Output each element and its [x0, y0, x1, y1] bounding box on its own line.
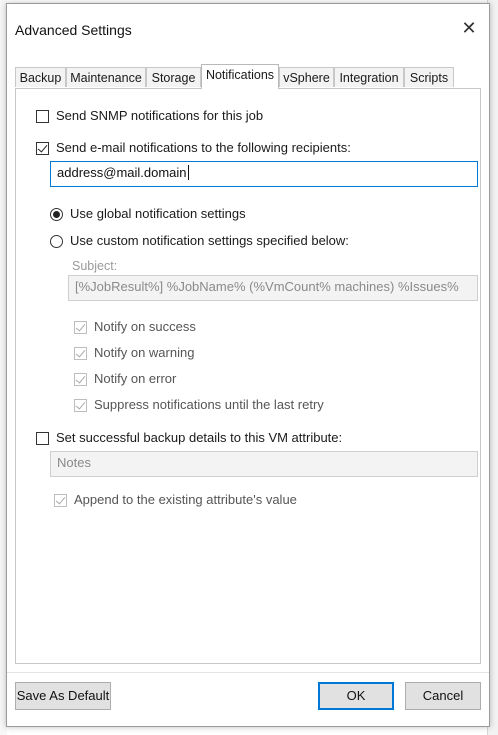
notify-error-checkbox[interactable] [74, 373, 87, 386]
snmp-label: Send SNMP notifications for this job [56, 108, 264, 123]
use-custom-radio[interactable] [50, 235, 63, 248]
title-bar: Advanced Settings ✕ [7, 4, 489, 60]
ok-button[interactable]: OK [318, 682, 394, 710]
dialog-title: Advanced Settings [15, 22, 132, 38]
tab-maintenance[interactable]: Maintenance [66, 67, 146, 87]
tab-vsphere[interactable]: vSphere [279, 67, 334, 87]
tab-backup[interactable]: Backup [15, 67, 66, 87]
vm-attribute-label: Set successful backup details to this VM… [56, 430, 343, 445]
tab-integration[interactable]: Integration [334, 67, 404, 87]
text-caret [187, 165, 189, 180]
attribute-input[interactable]: Notes [50, 451, 478, 477]
vm-attribute-checkbox[interactable] [36, 432, 49, 445]
recipients-input[interactable]: address@mail.domain [50, 161, 478, 187]
notify-warning-checkbox[interactable] [74, 347, 87, 360]
tab-notifications[interactable]: Notifications [201, 64, 279, 89]
use-global-label: Use global notification settings [70, 206, 246, 221]
notify-warning-label: Notify on warning [94, 345, 195, 360]
email-checkbox[interactable] [36, 142, 49, 155]
close-icon[interactable]: ✕ [457, 16, 481, 40]
suppress-checkbox[interactable] [74, 399, 87, 412]
save-as-default-button[interactable]: Save As Default [15, 682, 111, 710]
notify-success-label: Notify on success [94, 319, 196, 334]
recipients-value: address@mail.domain [57, 165, 187, 180]
cancel-button[interactable]: Cancel [405, 682, 481, 710]
subject-label: Subject: [72, 259, 118, 273]
tab-scripts[interactable]: Scripts [404, 67, 454, 87]
use-global-radio[interactable] [50, 208, 63, 221]
append-label: Append to the existing attribute's value [74, 492, 297, 507]
notify-success-checkbox[interactable] [74, 321, 87, 334]
snmp-checkbox[interactable] [36, 110, 49, 123]
email-label: Send e-mail notifications to the followi… [56, 140, 351, 155]
notifications-panel: Send SNMP notifications for this job Sen… [15, 88, 481, 664]
append-checkbox[interactable] [54, 494, 67, 507]
notify-error-label: Notify on error [94, 371, 177, 386]
advanced-settings-dialog: Advanced Settings ✕ Backup Maintenance S… [6, 3, 490, 727]
tab-storage[interactable]: Storage [146, 67, 201, 87]
suppress-label: Suppress notifications until the last re… [94, 397, 324, 412]
footer-divider [7, 672, 489, 673]
use-custom-label: Use custom notification settings specifi… [70, 233, 349, 248]
subject-input[interactable]: [%JobResult%] %JobName% (%VmCount% machi… [68, 275, 478, 301]
